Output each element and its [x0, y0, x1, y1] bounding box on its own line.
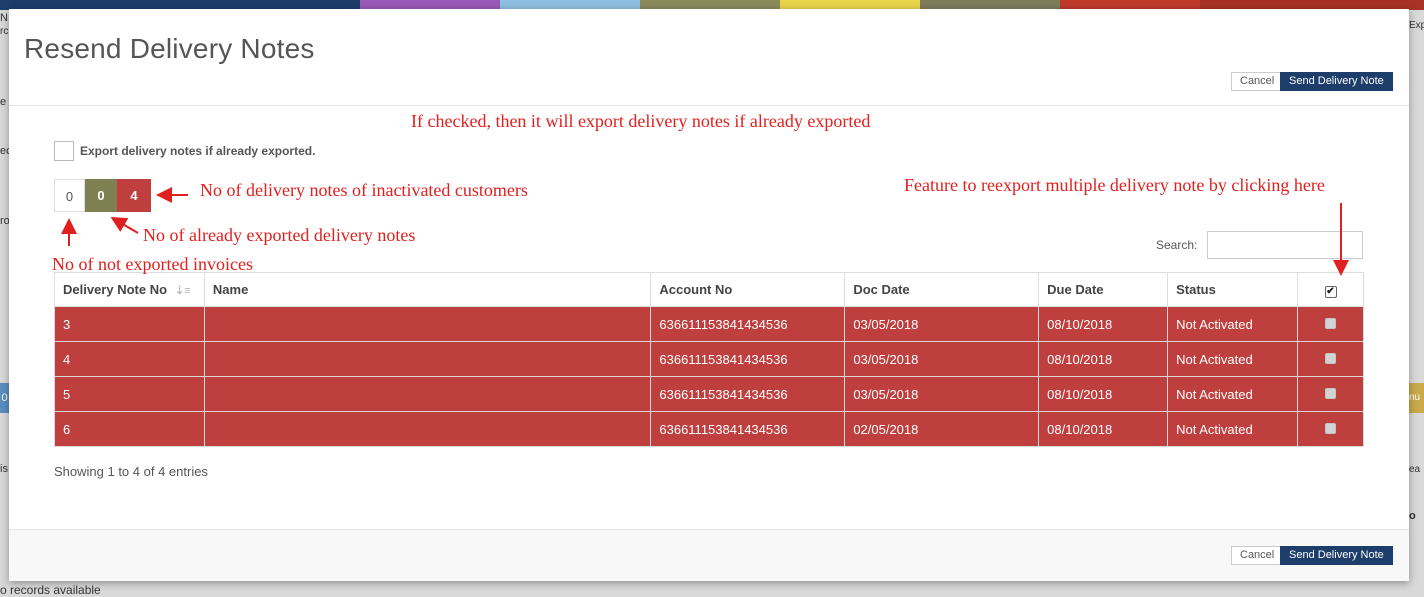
- annotation-arrows: [61, 187, 1349, 276]
- arrow-to-already-exported-count: [110, 216, 139, 234]
